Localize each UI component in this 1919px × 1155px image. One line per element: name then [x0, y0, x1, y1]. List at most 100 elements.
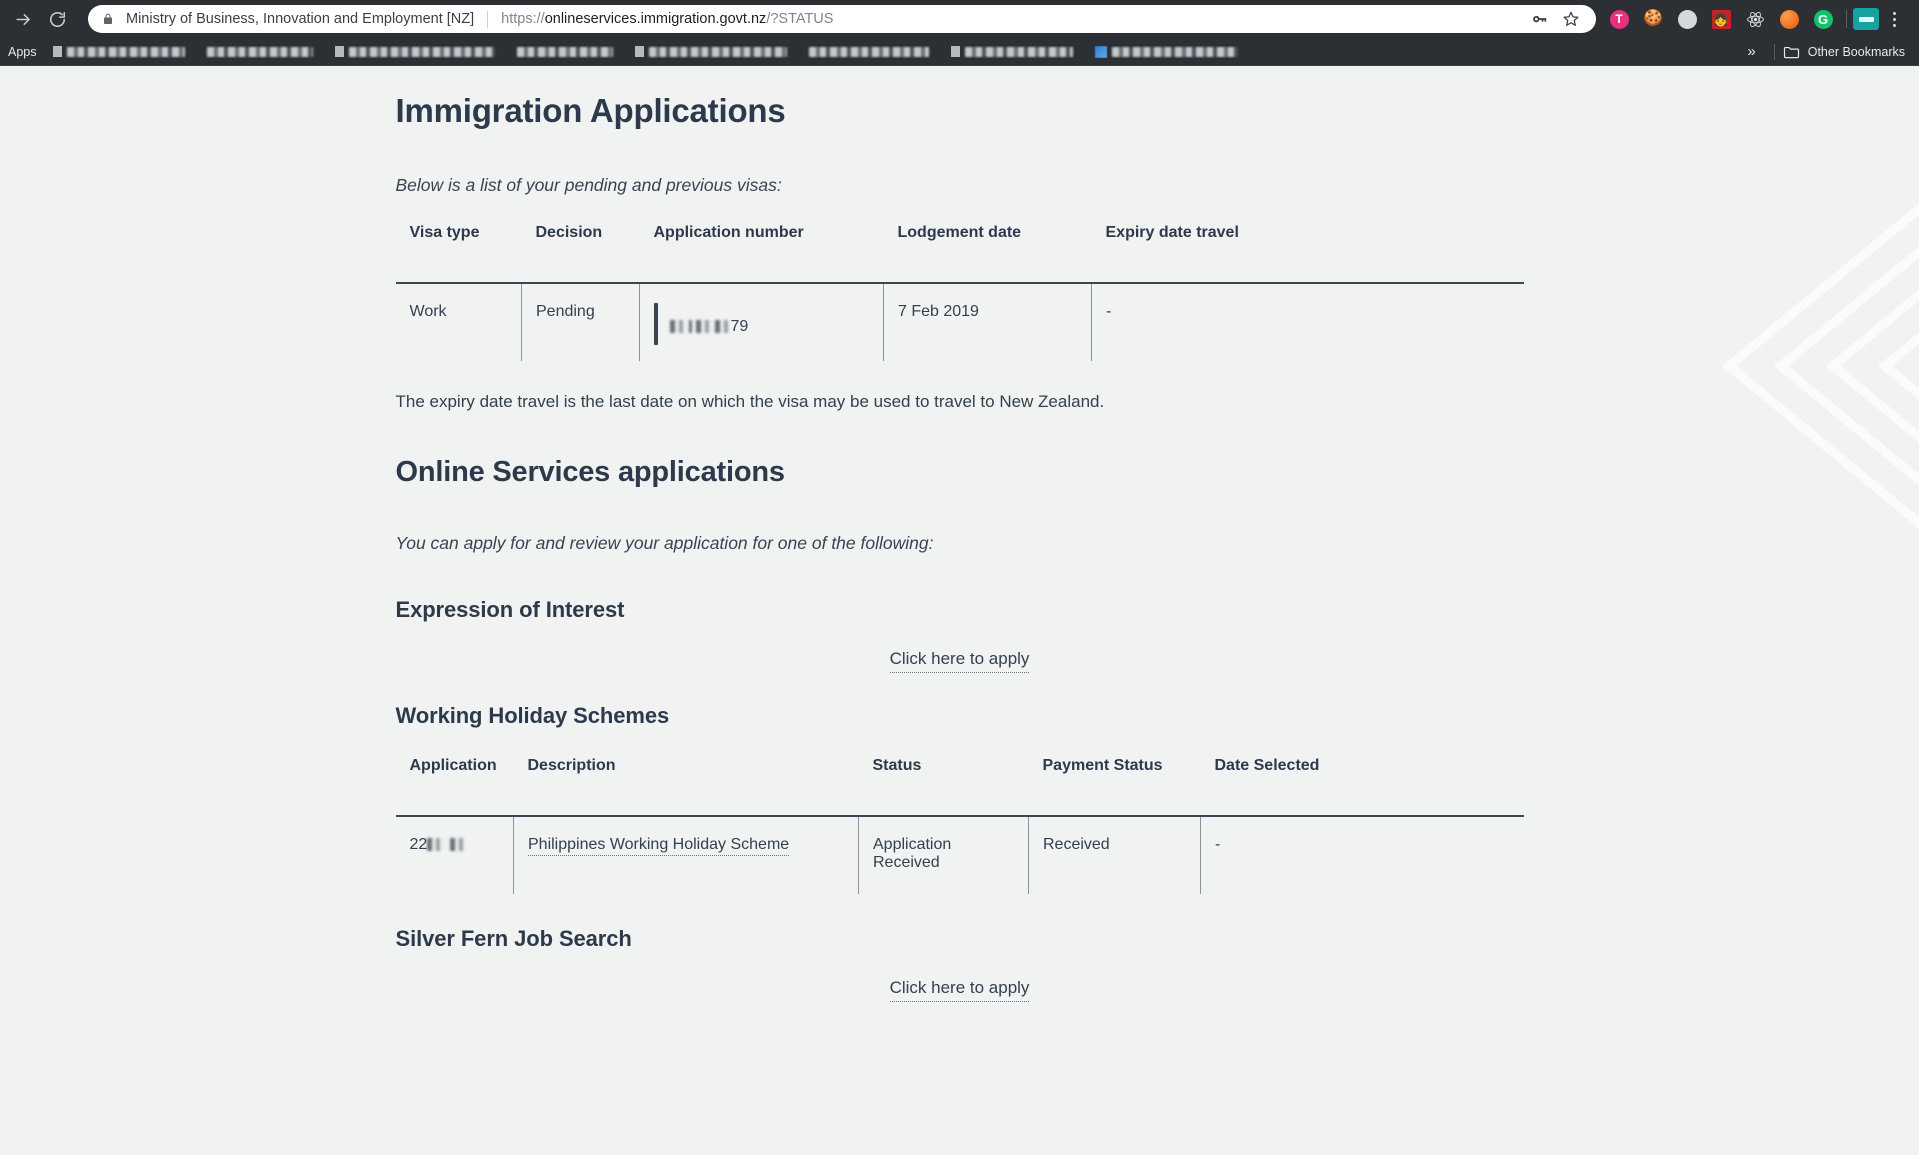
bookmark-label-redacted	[964, 46, 1073, 57]
apps-shortcut[interactable]: Apps	[8, 45, 37, 59]
address-bar[interactable]: Ministry of Business, Innovation and Emp…	[88, 5, 1596, 33]
omnibox-separator	[487, 10, 489, 28]
bookmark-items	[52, 45, 1738, 58]
favicon	[1094, 45, 1107, 58]
bookmarks-overflow-icon[interactable]: »	[1737, 44, 1765, 59]
bookmark-redacted-3[interactable]	[334, 46, 495, 57]
site-name-label: Ministry of Business, Innovation and Emp…	[126, 11, 475, 27]
lock-icon	[102, 12, 114, 26]
url-scheme: https://	[501, 11, 545, 27]
url-path: /?STATUS	[766, 11, 834, 27]
cell-lodgement-date: 7 Feb 2019	[883, 283, 1092, 362]
extension-cookie-icon[interactable]: 🍪	[1636, 2, 1670, 36]
cell-expiry-date-travel: -	[1091, 283, 1524, 362]
application-number-suffix: 79	[730, 318, 749, 336]
col-decision: Decision	[535, 224, 603, 242]
text-caret-artifact	[654, 303, 658, 346]
col-lodgement-date: Lodgement date	[897, 224, 1022, 242]
col-payment-status: Payment Status	[1042, 757, 1163, 775]
url-host: onlineservices.immigration.govt.nz	[544, 11, 767, 27]
redacted-text	[670, 320, 692, 334]
bookmarks-bar: Apps » Other Bookmarks	[0, 38, 1919, 66]
col-date-selected: Date Selected	[1214, 757, 1320, 775]
bookmark-redacted-1[interactable]	[52, 46, 185, 57]
table-row: Work Pending 79 7 Feb 2019 -	[395, 283, 1524, 362]
cell-application: 22	[396, 816, 514, 894]
bookmark-label-redacted	[808, 46, 929, 57]
application-prefix: 22	[409, 836, 428, 854]
online-services-title: Online Services applications	[395, 456, 785, 489]
extension-icons: T 🍪 👧 G	[1602, 2, 1840, 36]
visas-table: Visa type Decision Application number Lo…	[395, 218, 1524, 362]
bookmark-redacted-2[interactable]	[206, 46, 313, 57]
working-holiday-table-body: 22 Philippines Working Holiday Scheme Ap…	[395, 816, 1524, 895]
folder-icon	[1783, 45, 1800, 59]
bookmark-label-redacted	[66, 46, 185, 57]
other-bookmarks-label: Other Bookmarks	[1807, 44, 1905, 59]
expression-of-interest-title: Expression of Interest	[395, 597, 625, 623]
cell-description: Philippines Working Holiday Scheme	[513, 816, 859, 895]
bookmark-star-icon[interactable]	[1556, 5, 1586, 33]
reload-icon[interactable]	[40, 2, 74, 36]
forward-arrow-icon[interactable]	[6, 2, 40, 36]
col-description: Description	[527, 757, 616, 775]
chevron-watermark	[1721, 203, 1919, 529]
cell-payment-status: Received	[1028, 816, 1201, 895]
browser-chrome: Ministry of Business, Innovation and Emp…	[0, 0, 1919, 66]
extension-grey-bulb-icon[interactable]	[1670, 2, 1704, 36]
bookmark-label-redacted	[648, 46, 787, 57]
silver-fern-apply-link[interactable]: Click here to apply	[889, 978, 1030, 1003]
bookmark-label-redacted	[348, 46, 495, 57]
expression-of-interest-apply-link[interactable]: Click here to apply	[889, 649, 1030, 674]
bookmark-redacted-7[interactable]	[950, 46, 1073, 57]
toolbar-divider	[1846, 10, 1847, 28]
extension-react-devtools-icon[interactable]	[1738, 2, 1772, 36]
working-holiday-scheme-link[interactable]: Philippines Working Holiday Scheme	[528, 836, 790, 857]
visas-table-head: Visa type Decision Application number Lo…	[396, 218, 1524, 283]
silver-fern-title: Silver Fern Job Search	[395, 926, 632, 952]
favicon	[52, 46, 62, 57]
redacted-text	[427, 838, 446, 852]
silver-fern-apply-row: Click here to apply	[396, 978, 1524, 1003]
password-key-icon[interactable]	[1524, 5, 1554, 33]
bookmark-redacted-8[interactable]	[1094, 45, 1238, 58]
favicon	[634, 46, 644, 57]
profile-avatar[interactable]	[1853, 8, 1879, 30]
working-holiday-title: Working Holiday Schemes	[395, 703, 670, 729]
favicon	[334, 46, 344, 57]
expression-of-interest-apply-row: Click here to apply	[396, 649, 1524, 674]
bookmark-label-redacted	[1111, 46, 1238, 57]
favicon	[950, 46, 960, 57]
other-bookmarks-folder[interactable]: Other Bookmarks	[1783, 45, 1909, 59]
expiry-note: The expiry date travel is the last date …	[395, 392, 1105, 412]
working-holiday-table-head: Application Description Status Payment S…	[396, 751, 1524, 816]
page-viewport: Immigration Applications Below is a list…	[0, 66, 1919, 1154]
bookmark-label-redacted	[516, 46, 613, 57]
chrome-menu-kebab-icon[interactable]	[1879, 2, 1909, 36]
cell-date-selected: -	[1200, 816, 1524, 895]
extension-orange-ball-icon[interactable]	[1772, 2, 1806, 36]
bookmark-redacted-5[interactable]	[634, 46, 787, 57]
working-holiday-table: Application Description Status Payment S…	[395, 751, 1524, 895]
cell-visa-type: Work	[409, 303, 447, 321]
extension-grammarly-icon[interactable]: G	[1806, 2, 1840, 36]
visas-lede: Below is a list of your pending and prev…	[395, 175, 782, 196]
url-text[interactable]: https://onlineservices.immigration.govt.…	[501, 11, 1516, 27]
col-application-number: Application number	[653, 224, 804, 242]
bookmark-redacted-6[interactable]	[808, 46, 929, 57]
extension-pink-t[interactable]: T	[1602, 2, 1636, 36]
col-status: Status	[872, 757, 922, 775]
online-services-lede: You can apply for and review your applic…	[395, 533, 934, 554]
cell-decision: Pending	[521, 283, 640, 362]
bookmark-redacted-4[interactable]	[516, 46, 613, 57]
table-header-row: Visa type Decision Application number Lo…	[396, 218, 1524, 283]
page-title: Immigration Applications	[395, 92, 786, 129]
bookmarks-divider	[1773, 43, 1775, 60]
redacted-text	[449, 838, 466, 852]
col-expiry-date-travel: Expiry date travel	[1105, 224, 1239, 242]
omnibox-actions	[1524, 5, 1586, 33]
table-row: 22 Philippines Working Holiday Scheme Ap…	[395, 816, 1524, 895]
page-content: Immigration Applications Below is a list…	[395, 66, 1524, 1003]
visas-table-body: Work Pending 79 7 Feb 2019 -	[395, 283, 1524, 362]
extension-red-avatar-icon[interactable]: 👧	[1704, 2, 1738, 36]
